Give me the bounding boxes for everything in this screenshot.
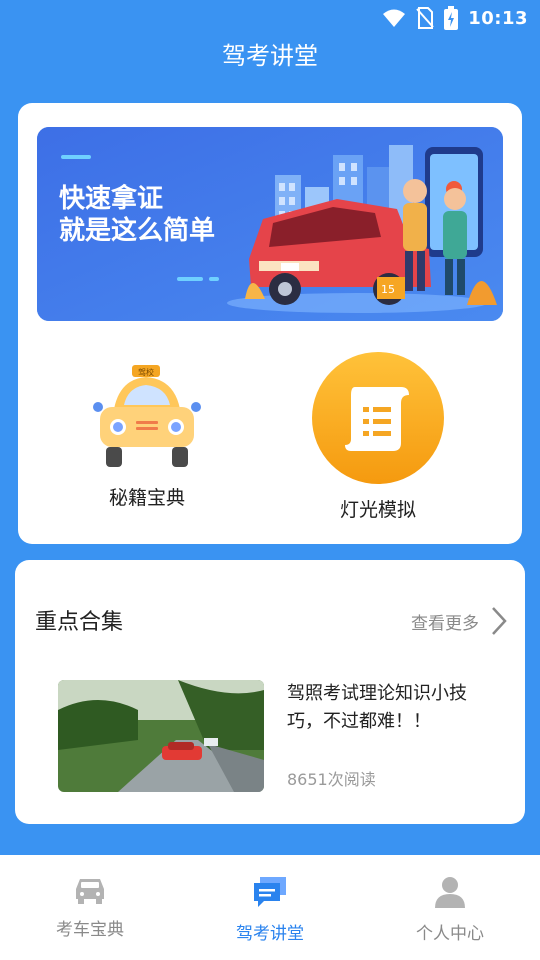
chat-icon xyxy=(254,877,286,907)
wifi-icon xyxy=(383,9,406,27)
taxi-icon: 驾校 xyxy=(93,365,201,467)
scroll-icon xyxy=(312,352,444,484)
feature-label-light-simulation: 灯光模拟 xyxy=(339,499,416,521)
banner-headline: 快速拿证 就是这么简单 xyxy=(59,183,215,247)
banner-badge: 15 xyxy=(381,283,395,296)
article-item[interactable]: 驾照考试理论知识小技巧，不过都难！！ 8651次阅读 xyxy=(58,680,498,792)
car-icon xyxy=(76,879,104,904)
nav-label-profile: 个人中心 xyxy=(416,924,484,944)
feature-secret-manual[interactable]: 驾校 秘籍宝典 xyxy=(90,361,204,510)
nav-label-lecture-hall: 驾考讲堂 xyxy=(236,924,304,944)
page-title: 驾考讲堂 xyxy=(222,42,318,70)
bottom-nav: 考车宝典 驾考讲堂 个人中心 xyxy=(0,855,540,960)
nav-label-driving-guide: 考车宝典 xyxy=(56,920,124,940)
taxi-sign: 驾校 xyxy=(138,367,154,377)
status-time: 10:13 xyxy=(468,7,528,29)
highlights-card: 重点合集 查看更多 驾照考试理论知识小技巧，不过都难！！ 8651次阅读 xyxy=(15,560,525,824)
banner-line1: 快速拿证 xyxy=(59,184,164,214)
chevron-right-icon xyxy=(492,607,507,635)
status-icons: 10:13 xyxy=(382,6,528,30)
banner-line2: 就是这么简单 xyxy=(59,216,216,246)
app-screen: 10:13 驾考讲堂 15 快速拿证 就是这么简单 驾校 秘籍宝典 灯光模拟 重… xyxy=(0,0,540,960)
person-icon xyxy=(435,877,465,908)
article-title: 驾照考试理论知识小技巧，不过都难！！ xyxy=(287,683,467,732)
feature-light-simulation[interactable]: 灯光模拟 xyxy=(308,351,448,522)
article-thumbnail xyxy=(58,680,264,792)
no-sim-icon xyxy=(416,7,434,29)
view-more-link[interactable]: 查看更多 xyxy=(411,606,509,636)
feature-label-secret-manual: 秘籍宝典 xyxy=(108,487,185,509)
nav-item-driving-guide[interactable]: 考车宝典 xyxy=(0,855,180,960)
status-bar: 10:13 xyxy=(0,0,540,36)
nav-item-profile[interactable]: 个人中心 xyxy=(360,855,540,960)
feature-card: 15 快速拿证 就是这么简单 驾校 秘籍宝典 灯光模拟 xyxy=(18,103,522,544)
nav-item-lecture-hall[interactable]: 驾考讲堂 xyxy=(180,855,360,960)
section-title: 重点合集 xyxy=(35,610,124,635)
road-car-photo xyxy=(58,680,264,792)
article-read-count: 8651次阅读 xyxy=(287,770,376,789)
promo-banner[interactable]: 15 快速拿证 就是这么简单 xyxy=(37,127,503,321)
battery-charging-icon xyxy=(444,6,459,30)
view-more-label: 查看更多 xyxy=(411,613,479,634)
